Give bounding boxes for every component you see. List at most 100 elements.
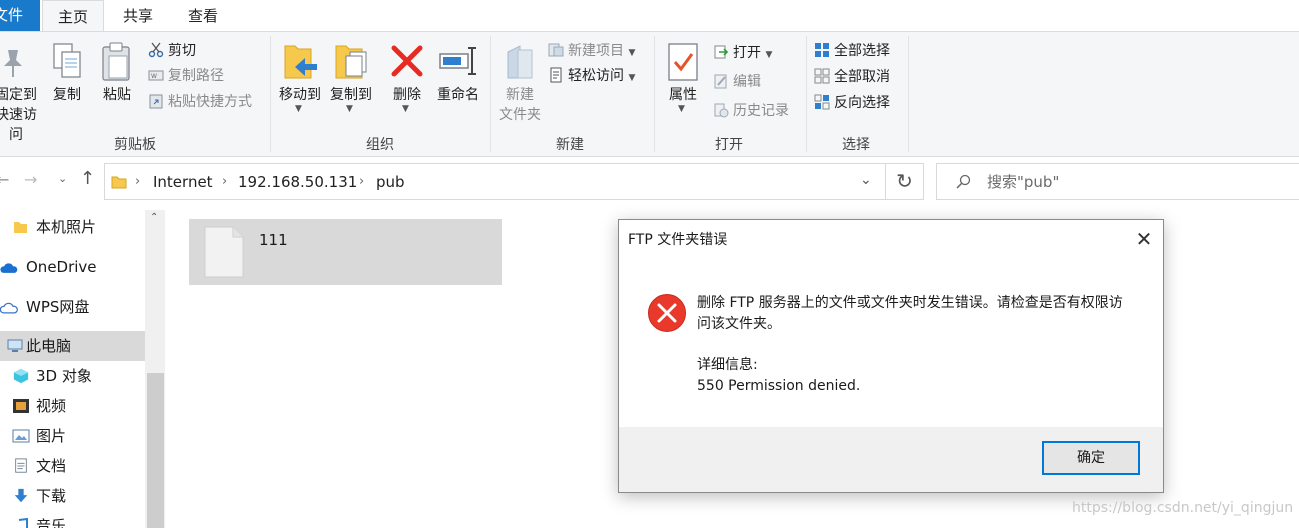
paste-icon: [102, 42, 130, 81]
error-message-line2: 问该文件夹。: [697, 316, 781, 332]
open-button[interactable]: 打开 ▼: [713, 41, 772, 65]
nav-item-downloads[interactable]: 下载: [0, 481, 145, 511]
nav-item-documents[interactable]: 文档: [0, 451, 145, 481]
new-folder-button[interactable]: 新建 文件夹: [496, 40, 544, 124]
tab-share[interactable]: 共享: [110, 0, 166, 32]
new-folder-label-line2: 文件夹: [499, 107, 541, 123]
new-folder-icon: [507, 45, 533, 79]
pin-to-quick-access-button[interactable]: 固定到 快速访问: [0, 46, 40, 143]
nav-item-videos[interactable]: 视频: [0, 391, 145, 421]
delete-x-icon: [391, 45, 423, 77]
nav-pane-scrollbar-thumb[interactable]: [147, 373, 164, 528]
search-box[interactable]: 搜索"pub": [936, 163, 1299, 200]
scroll-up-chevron-icon[interactable]: ⌃: [150, 212, 158, 223]
forward-arrow-icon[interactable]: →: [24, 170, 37, 189]
nav-item-3d-objects[interactable]: 3D 对象: [0, 361, 145, 391]
ftp-error-dialog: FTP 文件夹错误 ✕ 删除 FTP 服务器上的文件或文件夹时发生错误。请检查是…: [618, 219, 1164, 493]
open-group-label: 打开: [715, 137, 743, 153]
organize-group-label: 组织: [366, 137, 394, 153]
music-note-icon: [18, 518, 28, 528]
nav-item-this-pc[interactable]: 此电脑: [0, 331, 145, 361]
paste-button[interactable]: 粘贴: [97, 40, 137, 120]
3d-objects-icon: [13, 368, 29, 384]
tab-file[interactable]: 文件: [0, 0, 40, 31]
move-to-button[interactable]: 移动到 ▼: [275, 40, 325, 120]
navigation-bar: ← → ⌄ ↑ › Internet › 192.168.50.131 › pu…: [0, 158, 1299, 206]
breadcrumb-pub[interactable]: pub: [376, 164, 405, 200]
breadcrumb-chevron-icon[interactable]: ›: [135, 164, 140, 200]
properties-button[interactable]: 属性 ▼: [662, 40, 704, 124]
history-button[interactable]: 历史记录: [713, 99, 789, 123]
copy-button[interactable]: 复制: [47, 40, 87, 120]
nav-item-wps-cloud[interactable]: WPS网盘: [0, 292, 145, 322]
properties-icon: [668, 43, 698, 81]
recent-locations-chevron-icon[interactable]: ⌄: [58, 172, 67, 185]
tab-home[interactable]: 主页: [42, 0, 104, 32]
breadcrumb-internet[interactable]: Internet: [153, 164, 213, 200]
nav-item-onedrive[interactable]: OneDrive: [0, 252, 145, 282]
properties-label: 属性: [669, 87, 697, 103]
rename-label: 重命名: [437, 87, 479, 103]
error-message: 删除 FTP 服务器上的文件或文件夹时发生错误。请检查是否有权限访 问该文件夹。…: [697, 293, 1137, 397]
pin-icon: [4, 50, 22, 77]
dropdown-arrow-icon: ▼: [765, 50, 773, 60]
nav-item-pictures[interactable]: 图片: [0, 421, 145, 451]
folder-icon: [14, 222, 27, 233]
copy-label: 复制: [53, 87, 81, 103]
dropdown-arrow-icon: ▼: [678, 104, 685, 114]
select-all-icon: [814, 42, 830, 58]
breadcrumb-chevron-icon[interactable]: ›: [359, 164, 364, 200]
new-item-button[interactable]: 新建项目 ▼: [548, 39, 635, 63]
ok-button[interactable]: 确定: [1042, 441, 1140, 475]
details-value: 550 Permission denied.: [697, 378, 861, 394]
dropdown-arrow-icon: ▼: [628, 73, 636, 83]
edit-button[interactable]: 编辑: [713, 70, 761, 94]
select-none-icon: [814, 68, 830, 84]
dropdown-arrow-icon: ▼: [346, 104, 353, 114]
breadcrumb-host[interactable]: 192.168.50.131: [238, 164, 357, 200]
error-icon: [648, 294, 686, 332]
refresh-button[interactable]: ↻: [886, 163, 924, 200]
easy-access-icon: [548, 67, 564, 83]
dropdown-arrow-icon: ▼: [295, 104, 302, 114]
folder-icon: [111, 176, 127, 189]
file-icon: [204, 226, 244, 278]
up-arrow-icon[interactable]: ↑: [80, 168, 95, 189]
close-button[interactable]: ✕: [1129, 224, 1159, 254]
cut-button[interactable]: 剪切: [148, 39, 196, 63]
copy-to-button[interactable]: 复制到 ▼: [326, 40, 376, 120]
download-arrow-icon: [14, 488, 28, 503]
nav-item-local-photos[interactable]: 本机照片: [0, 212, 145, 242]
paste-shortcut-button[interactable]: 粘贴快捷方式: [148, 90, 252, 114]
back-arrow-icon[interactable]: ←: [0, 170, 9, 189]
address-bar[interactable]: › Internet › 192.168.50.131 › pub ⌄: [104, 163, 886, 200]
delete-button[interactable]: 删除 ▼: [387, 40, 427, 120]
wps-cloud-icon: [0, 302, 18, 314]
copy-path-button[interactable]: W 复制路径: [148, 64, 224, 88]
new-group-label: 新建: [556, 137, 584, 153]
open-icon: [713, 44, 729, 60]
computer-icon: [7, 339, 23, 352]
select-none-button[interactable]: 全部取消: [814, 65, 890, 89]
tab-view[interactable]: 查看: [175, 0, 231, 32]
invert-selection-button[interactable]: 反向选择: [814, 91, 890, 115]
rename-button[interactable]: 重命名: [432, 40, 484, 120]
new-item-icon: [548, 42, 564, 58]
easy-access-button[interactable]: 轻松访问 ▼: [548, 64, 635, 88]
file-name: 111: [259, 231, 288, 249]
video-icon: [13, 399, 29, 413]
address-history-chevron-icon[interactable]: ⌄: [860, 172, 872, 188]
scissors-icon: [148, 42, 164, 58]
invert-selection-icon: [814, 94, 830, 110]
close-icon: ✕: [1135, 227, 1153, 251]
new-folder-label-line1: 新建: [506, 87, 534, 103]
file-item[interactable]: 111: [189, 219, 502, 285]
ribbon: 固定到 快速访问 复制 粘贴 剪切 W复制路径 粘贴快捷方式 剪贴板 移动到: [0, 31, 1299, 157]
nav-item-music[interactable]: 音乐: [0, 511, 145, 528]
delete-label: 删除: [393, 87, 421, 103]
group-divider: [908, 36, 909, 152]
copy-to-icon: [335, 45, 367, 79]
breadcrumb-chevron-icon[interactable]: ›: [222, 164, 227, 200]
select-all-button[interactable]: 全部选择: [814, 39, 890, 63]
pictures-icon: [12, 429, 30, 443]
